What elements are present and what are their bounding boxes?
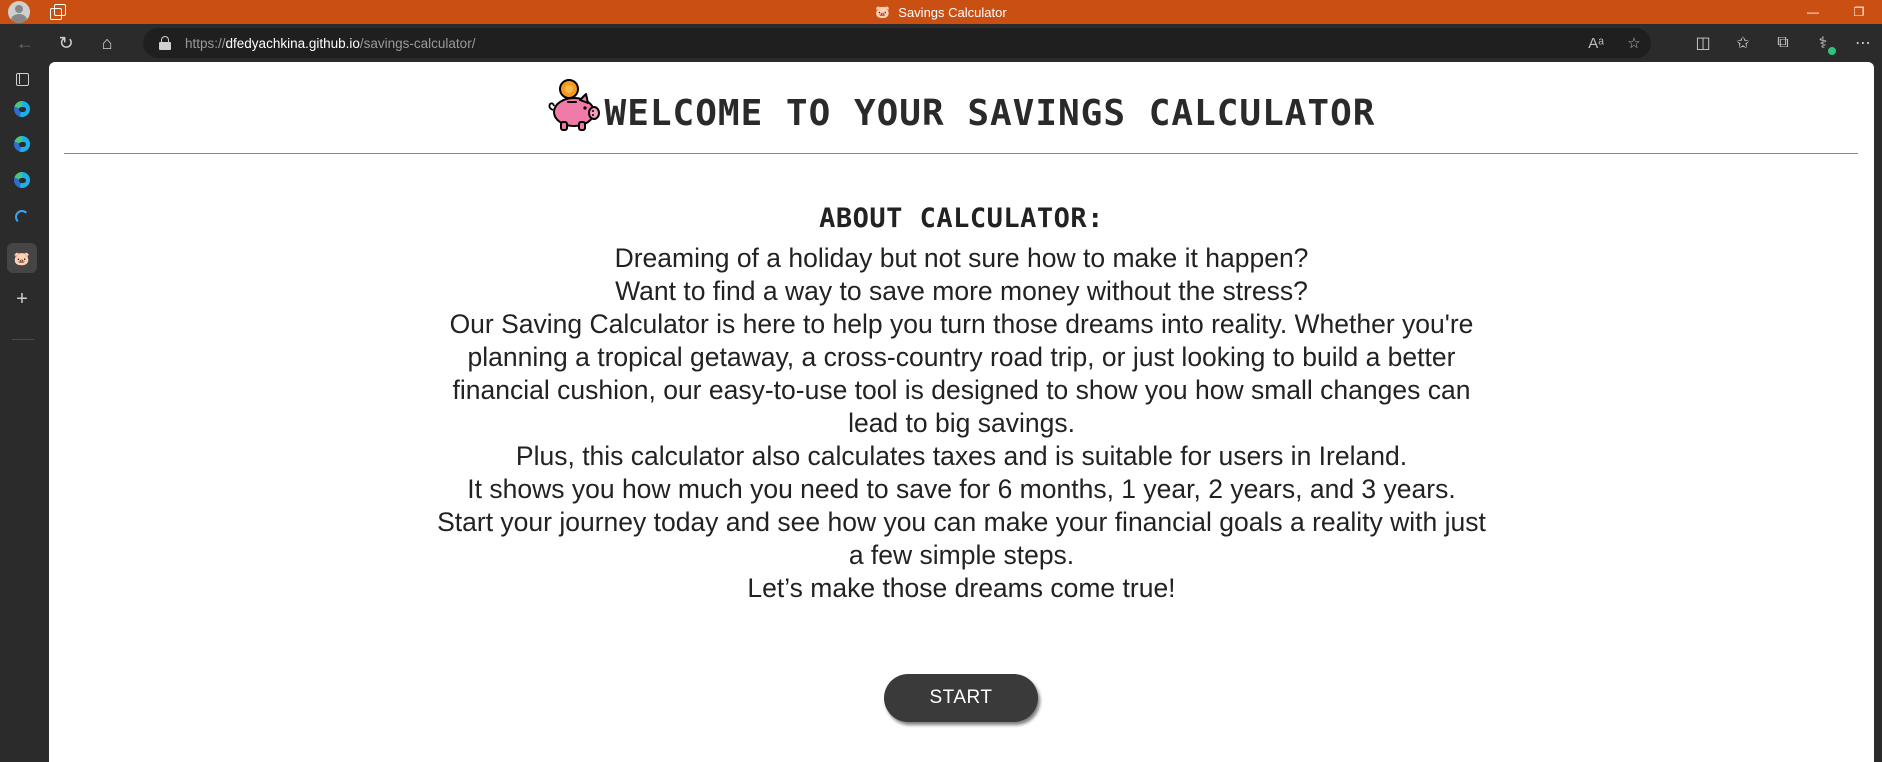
about-paragraph: Let’s make those dreams come true!	[747, 573, 1176, 603]
restore-button[interactable]: ❐	[1836, 0, 1882, 24]
tab-loading[interactable]	[9, 204, 35, 230]
about-paragraph: Plus, this calculator also calculates ta…	[515, 441, 1408, 471]
browser-toolbar: ← ↻ ⌂ https://dfedyachkina.github.io/sav…	[0, 24, 1882, 62]
piggy-bank-icon	[548, 79, 600, 131]
more-options-icon[interactable]: ⋯	[1852, 33, 1874, 53]
edge-icon	[14, 136, 30, 152]
tab-edge-1[interactable]	[9, 96, 35, 122]
profile-avatar-icon[interactable]	[8, 1, 30, 23]
vertical-tabs-sidebar: 🐷 +	[0, 62, 48, 762]
window-title: 🐷 Savings Calculator	[0, 0, 1882, 24]
favorites-icon[interactable]: ✩	[1732, 33, 1754, 53]
edge-icon	[14, 172, 30, 188]
refresh-icon: ↻	[58, 32, 74, 53]
tab-panel-icon	[15, 72, 29, 86]
plus-icon: +	[16, 287, 28, 310]
home-icon: ⌂	[101, 32, 113, 53]
workspaces-icon[interactable]	[50, 4, 66, 20]
address-bar[interactable]: https://dfedyachkina.github.io/savings-c…	[143, 28, 1651, 58]
tab-savings-calculator[interactable]: 🐷	[7, 243, 37, 273]
copilot-icon[interactable]: ⚕	[1812, 33, 1836, 55]
split-screen-icon[interactable]: ◫	[1692, 33, 1714, 53]
about-paragraph: Dreaming of a holiday but not sure how t…	[614, 243, 1309, 273]
tab-actions-menu[interactable]	[9, 66, 35, 92]
about-heading: ABOUT CALCULATOR:	[819, 203, 1104, 234]
about-paragraph: Want to find a way to save more money wi…	[615, 276, 1308, 306]
collections-icon[interactable]: ⧉	[1772, 34, 1794, 52]
home-button[interactable]: ⌂	[91, 27, 123, 59]
start-button[interactable]: START	[884, 674, 1038, 722]
page-header: WELCOME TO YOUR SAVINGS CALCULATOR	[64, 62, 1858, 154]
sidebar-divider	[12, 339, 34, 340]
tab-edge-2[interactable]	[9, 131, 35, 157]
tab-edge-3[interactable]	[9, 167, 35, 193]
edge-icon	[14, 101, 30, 117]
refresh-button[interactable]: ↻	[50, 27, 82, 59]
window-title-text: Savings Calculator	[898, 4, 1007, 20]
about-paragraph: It shows you how much you need to save f…	[467, 474, 1456, 504]
about-paragraph: Our Saving Calculator is here to help yo…	[449, 309, 1474, 438]
page-viewport: WELCOME TO YOUR SAVINGS CALCULATOR ABOUT…	[49, 62, 1874, 762]
url-path: /savings-calculator/	[359, 35, 476, 51]
lock-icon[interactable]	[159, 36, 171, 50]
about-section: ABOUT CALCULATOR: Dreaming of a holiday …	[49, 202, 1874, 605]
status-dot	[1828, 47, 1836, 55]
loading-icon	[15, 210, 29, 224]
about-paragraph: Start your journey today and see how you…	[437, 507, 1486, 570]
new-tab-button[interactable]: +	[9, 286, 35, 312]
minimize-button[interactable]: —	[1790, 0, 1836, 24]
url-host: dfedyachkina.github.io	[225, 35, 360, 51]
copilot-glyph: ⚕	[1818, 35, 1828, 52]
page-title: WELCOME TO YOUR SAVINGS CALCULATOR	[604, 93, 1376, 134]
back-button[interactable]: ←	[9, 27, 41, 59]
url-text[interactable]: https://dfedyachkina.github.io/savings-c…	[185, 36, 475, 51]
add-favorite-star-icon[interactable]: ☆	[1625, 34, 1643, 52]
window-titlebar: 🐷 Savings Calculator — ❐	[0, 0, 1882, 24]
piggy-bank-icon: 🐷	[13, 250, 31, 266]
read-aloud-icon[interactable]: Aᵃ	[1587, 35, 1605, 52]
url-prefix: https://	[185, 35, 226, 51]
back-arrow-icon: ←	[16, 32, 34, 53]
piggy-bank-icon: 🐷	[875, 5, 891, 19]
about-description: Dreaming of a holiday but not sure how t…	[432, 242, 1492, 605]
